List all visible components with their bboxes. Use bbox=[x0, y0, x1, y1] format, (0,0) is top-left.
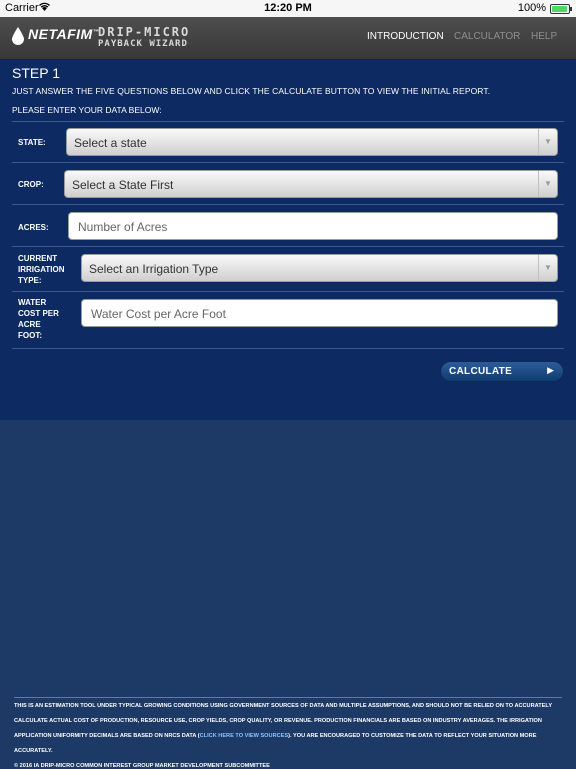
brand-logo: NETAFIM™ bbox=[28, 26, 100, 42]
irrigation-label: CURRENT IRRIGATION TYPE: bbox=[18, 254, 65, 285]
disclaimer: THIS IS AN ESTIMATION TOOL UNDER TYPICAL… bbox=[14, 697, 562, 759]
calculate-button[interactable]: CALCULATE ▶ bbox=[440, 361, 564, 382]
state-select-value: Select a state bbox=[74, 136, 147, 150]
chevron-down-icon: ▼ bbox=[538, 255, 557, 281]
acres-input[interactable]: Number of Acres bbox=[68, 212, 558, 240]
app-title-line1: DRIP-MICRO bbox=[98, 25, 191, 39]
enter-prompt: PLEASE ENTER YOUR DATA BELOW: bbox=[12, 105, 162, 115]
nav-help[interactable]: HELP bbox=[531, 31, 557, 42]
crop-label: CROP: bbox=[18, 180, 44, 189]
nav-calculator[interactable]: CALCULATOR bbox=[454, 31, 520, 42]
chevron-down-icon: ▼ bbox=[538, 129, 557, 155]
form-panel: STEP 1 JUST ANSWER THE FIVE QUESTIONS BE… bbox=[0, 60, 576, 420]
acres-row: ACRES: Number of Acres bbox=[12, 204, 564, 247]
view-sources-link[interactable]: CLICK HERE TO VIEW SOURCES bbox=[200, 733, 288, 739]
crop-row: CROP: Select a State First ▼ bbox=[12, 162, 564, 205]
battery-icon bbox=[550, 4, 572, 14]
irrigation-select[interactable]: Select an Irrigation Type ▼ bbox=[81, 254, 558, 282]
calculate-label: CALCULATE bbox=[449, 366, 513, 377]
status-bar: Carrier 12:20 PM 100% bbox=[0, 0, 576, 17]
water-cost-row: WATER COST PER ACRE FOOT: Water Cost per… bbox=[12, 291, 564, 349]
copyright: © 2016 IA DRIP-MICRO COMMON INTEREST GRO… bbox=[14, 763, 270, 769]
clock: 12:20 PM bbox=[264, 2, 312, 14]
water-cost-input[interactable]: Water Cost per Acre Foot bbox=[81, 299, 558, 327]
nav-introduction[interactable]: INTRODUCTION bbox=[367, 31, 444, 42]
state-row: STATE: Select a state ▼ bbox=[12, 121, 564, 163]
app-title-line2: PAYBACK WIZARD bbox=[98, 39, 188, 49]
battery-percent: 100% bbox=[517, 2, 546, 14]
intro-text: JUST ANSWER THE FIVE QUESTIONS BELOW AND… bbox=[12, 86, 491, 96]
water-drop-icon bbox=[12, 27, 24, 50]
step-title: STEP 1 bbox=[12, 65, 60, 81]
irrigation-select-value: Select an Irrigation Type bbox=[89, 262, 219, 276]
acres-label: ACRES: bbox=[18, 223, 49, 232]
water-cost-placeholder: Water Cost per Acre Foot bbox=[91, 307, 226, 321]
irrigation-row: CURRENT IRRIGATION TYPE: Select an Irrig… bbox=[12, 246, 564, 292]
app-header: NETAFIM™ DRIP-MICRO PAYBACK WIZARD INTRO… bbox=[0, 17, 576, 60]
acres-placeholder: Number of Acres bbox=[78, 220, 168, 234]
play-arrow-icon: ▶ bbox=[547, 365, 554, 375]
state-label: STATE: bbox=[18, 138, 46, 147]
state-select[interactable]: Select a state ▼ bbox=[66, 128, 558, 156]
crop-select-value: Select a State First bbox=[72, 178, 174, 192]
water-cost-label: WATER COST PER ACRE FOOT: bbox=[18, 298, 59, 340]
chevron-down-icon: ▼ bbox=[538, 171, 557, 197]
crop-select[interactable]: Select a State First ▼ bbox=[64, 170, 558, 198]
